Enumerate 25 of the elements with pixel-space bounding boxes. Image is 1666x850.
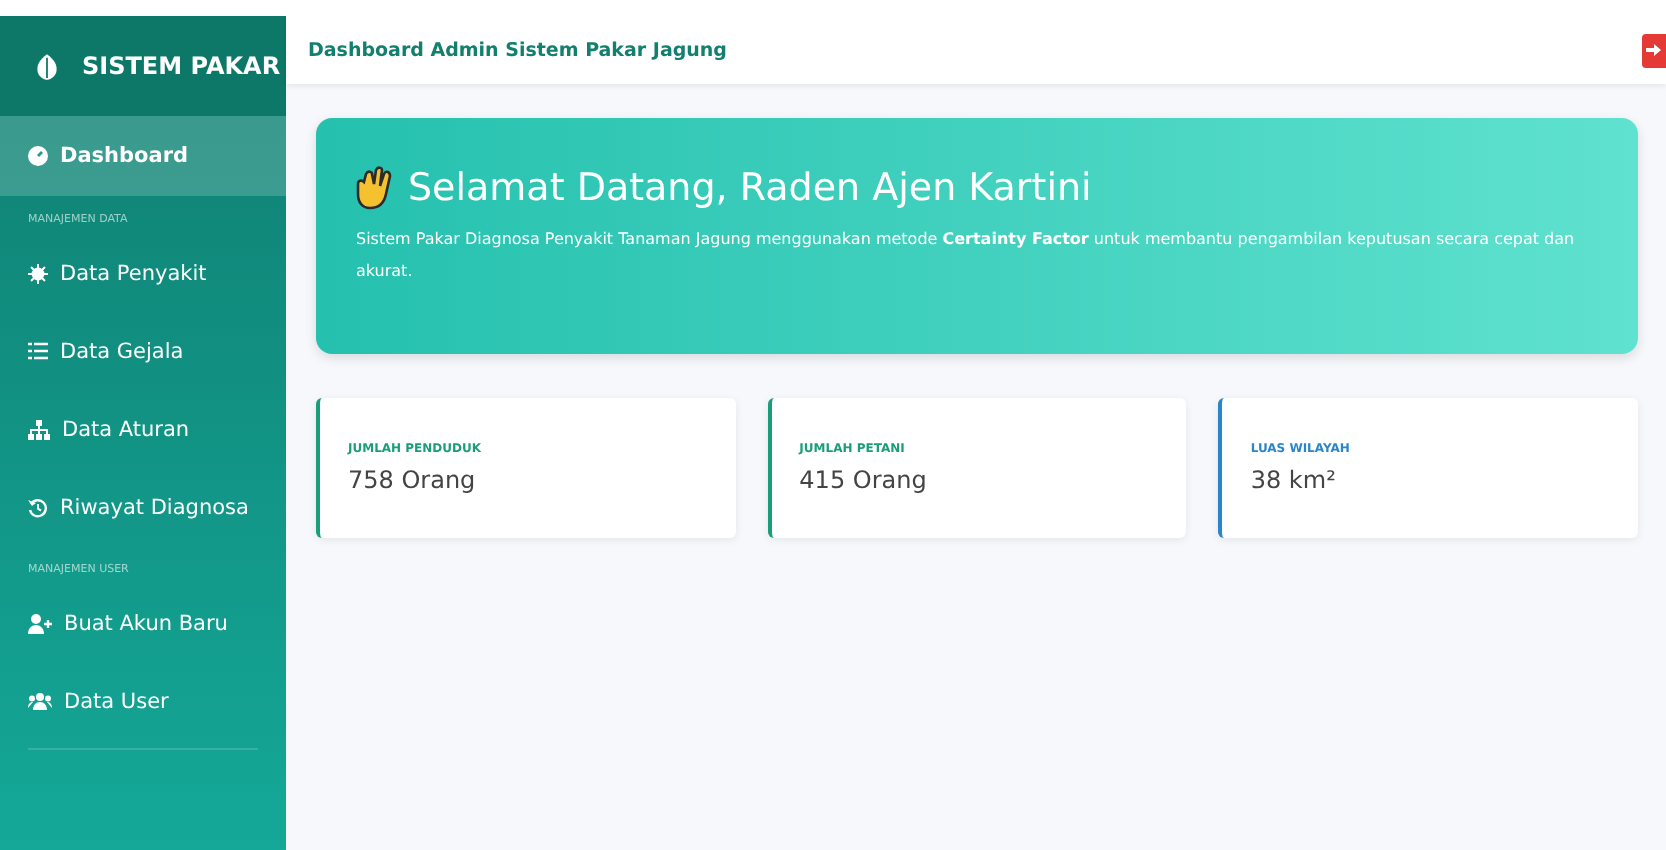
nav-item[interactable]: Data Aturan xyxy=(0,390,286,468)
waving-hand-icon xyxy=(356,166,396,210)
nav-item[interactable]: Buat Akun Baru xyxy=(0,584,286,662)
nav-item[interactable]: Data Penyakit xyxy=(0,234,286,312)
stat-value: 38 km² xyxy=(1250,466,1338,494)
nav-item[interactable]: Data Gejala xyxy=(0,312,286,390)
nav-item[interactable]: Data User xyxy=(0,662,286,740)
stat-value: 415 Orang xyxy=(799,466,929,494)
user-add-icon xyxy=(28,613,52,633)
welcome-title: Selamat Datang, Raden Ajen Kartini xyxy=(408,166,1092,210)
gauge-icon xyxy=(28,146,48,166)
history-icon xyxy=(28,497,48,517)
nav-item[interactable]: Dashboard xyxy=(0,116,286,196)
stat-value: 758 Orang xyxy=(348,466,478,494)
brand-title: SISTEM PAKAR xyxy=(82,52,281,80)
list-icon xyxy=(28,342,48,360)
nav-item[interactable]: Riwayat Diagnosa xyxy=(0,468,286,546)
users-icon xyxy=(28,692,52,710)
logout-button[interactable] xyxy=(1642,33,1666,67)
leaf-icon xyxy=(36,53,58,79)
welcome-text: Sistem Pakar Diagnosa Penyakit Tanaman Jagung menggunakan metode Certainty Factor untuk membantu pengambilan keputusan secara cepat dan akurat. xyxy=(356,228,1577,284)
page-title: Dashboard Admin Sistem Pakar Jagung xyxy=(308,39,727,61)
logout-icon xyxy=(1646,42,1662,58)
hierarchy-icon xyxy=(28,419,50,439)
virus-icon xyxy=(28,263,48,283)
